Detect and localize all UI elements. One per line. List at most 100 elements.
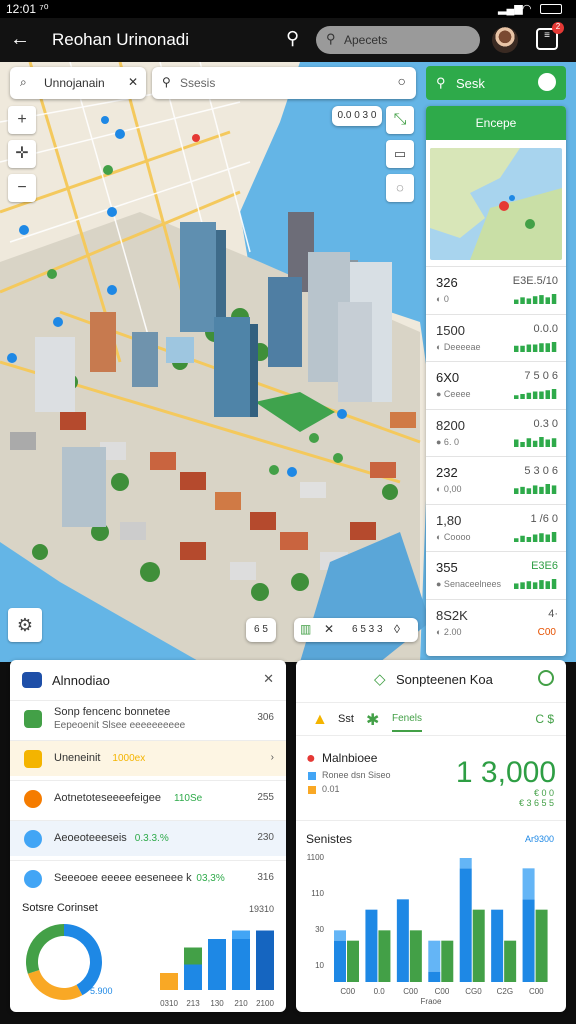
search-icon: ⚲ [162,75,171,89]
search-icon[interactable]: ⚲ [286,28,299,49]
list-item-icon [24,790,42,808]
stat-row[interactable]: 1500 0.0.0 ◐ Deeeeae [426,313,566,361]
list-item[interactable]: Aeoeoteeeseis 0.3.3.% 230 [10,820,286,856]
search-input[interactable]: ⚲ Apecets [316,26,480,54]
settings-gear-icon[interactable]: ⚙ [8,608,42,642]
signal-icon: ▂▄▆ [498,3,523,15]
sparkline-bar [532,582,538,589]
clear-icon[interactable]: ✕ [128,75,138,89]
close-icon[interactable]: ✕ [324,622,334,636]
stat-row[interactable]: 1,80 1 /6 0 ◐ Coooo [426,503,566,551]
divider [296,820,566,821]
user-icon [538,73,556,91]
stat-value: 8S2K [436,607,468,623]
mini-bar [160,973,178,990]
panel-search-label: Sesk [456,76,485,91]
mini-bar-label: 0310 [160,999,178,1008]
stat-value-right: 0.3 0 [533,417,558,430]
list-item[interactable]: Uneneinit 1000ex › [10,740,286,776]
summary-card: Alnnodiao ✕ Sonp fencenc bonnetee Eepeoen… [10,660,286,1012]
pan-button[interactable]: ✛ [8,140,36,168]
list-item-text: Aotnetoteseeeefeigee [54,792,162,804]
donut-slice [25,924,64,974]
sparkline-bar [526,298,532,304]
sparkline [514,579,557,589]
shield-icon[interactable]: ◊ [394,622,400,636]
back-arrow-icon[interactable]: ← [10,28,30,51]
tab-sst[interactable]: Sst [338,713,354,725]
mini-bar-label: 2100 [256,999,274,1008]
zoom-out-button[interactable]: − [8,174,36,202]
panel-search-button[interactable]: ⚲ Sesk [426,66,566,100]
battery-icon [540,4,562,14]
stat-value: 326 [436,275,458,290]
x-tick-label: 0.0 [374,987,386,996]
sparkline-bar [551,485,557,494]
location-pin-icon: ● [306,750,316,767]
mic-icon[interactable]: ○ [398,73,406,89]
expand-icon[interactable]: ⤡ [386,106,414,134]
stat-value: 232 [436,465,458,480]
sparkline-bar [545,439,550,447]
map-search-input[interactable]: ⚲ Ssesis ○ [152,67,416,99]
tab-fenels[interactable]: Fenels [392,713,423,732]
location-field[interactable]: ⌕ Unnojanain ✕ [10,67,146,99]
sparkline-bar [526,488,532,494]
mini-bar [232,939,250,990]
close-icon[interactable]: ✕ [263,671,274,687]
mini-bar [184,947,202,965]
runner-icon: ✱ [366,712,380,729]
mini-bar [184,964,202,990]
sparkline-bar [520,535,525,542]
list-item-accent: 1000ex [112,753,146,764]
mini-bar-label: 210 [234,999,248,1008]
avatar[interactable] [492,27,518,53]
y-tick-label: 30 [315,925,324,934]
list-item-value: 230 [257,832,274,843]
grid-icon[interactable]: ▥ [300,622,311,636]
stat-row[interactable]: 6X0 7 5 0 6 ● Ceeee [426,361,566,408]
status-time: 12:01 ⁷⁰ [6,2,49,16]
stat-row[interactable]: 8200 0.3 0 ● 6. 0 [426,408,566,456]
stat-label: ◐ 2.00 [436,626,462,637]
stat-value-right: E3E.5/10 [512,275,558,287]
leaf-icon: ◇ [374,671,386,688]
legend-item-2: 0.01 [322,784,340,794]
list-item-accent: 110Se [174,793,203,804]
tab-bar: ▲ Sst ✱ Fenels C $ [296,702,566,736]
big-sub-2: € 3 6 5 5 [518,798,554,808]
chart-bar [347,940,359,982]
chart-bar [459,868,472,982]
mini-map[interactable] [430,148,562,260]
sparkline-bar [532,344,538,352]
donut-slice [27,970,83,1000]
sparkline-bar [514,345,519,352]
sparkline-bar [545,342,550,352]
compass-icon[interactable]: ◌ [386,174,414,202]
stat-row[interactable]: 355 E3E6 ● Senaceelnees [426,551,566,598]
chart-bar [504,940,517,982]
zoom-in-button[interactable]: + [8,106,36,134]
layers-icon[interactable]: ▭ [386,140,414,168]
search-icon: ⚲ [436,75,446,90]
list-item[interactable]: Aotnetoteseeeefeigee 110Se 255 [10,780,286,816]
donut-slice [64,924,102,996]
list-item[interactable]: Seeeoee eeeee eeseneee k 03,3% 316 [10,860,286,896]
stat-value: 1,80 [436,512,462,528]
stat-row[interactable]: 326 E3E.5/10 ◐ 0 [426,266,566,313]
sparkline [514,341,557,352]
list-item[interactable]: Sonp fencenc bonnetee Eepeoenit Slsee eee… [10,700,286,740]
map-search-placeholder: Ssesis [180,76,216,90]
chart-bar [365,909,378,982]
big-sub: € 0 0 [533,788,554,798]
stat-row[interactable]: 232 5 3 0 6 ◐ 0,00 [426,456,566,503]
panel-action-button[interactable]: Encepe [426,106,566,140]
stat-row[interactable]: 8S2K 4· ◐ 2.00 C00 [426,598,566,646]
stat-label: ◐ 0,00 [436,484,462,494]
stat-label: ◐ Deeeeae [436,341,481,352]
refresh-icon[interactable] [538,670,554,686]
sparkline-bar [551,531,557,542]
sparkline-bar [520,394,525,399]
sparkline-bar [532,296,538,304]
stat-value-right: 7 5 0 6 [524,370,558,382]
